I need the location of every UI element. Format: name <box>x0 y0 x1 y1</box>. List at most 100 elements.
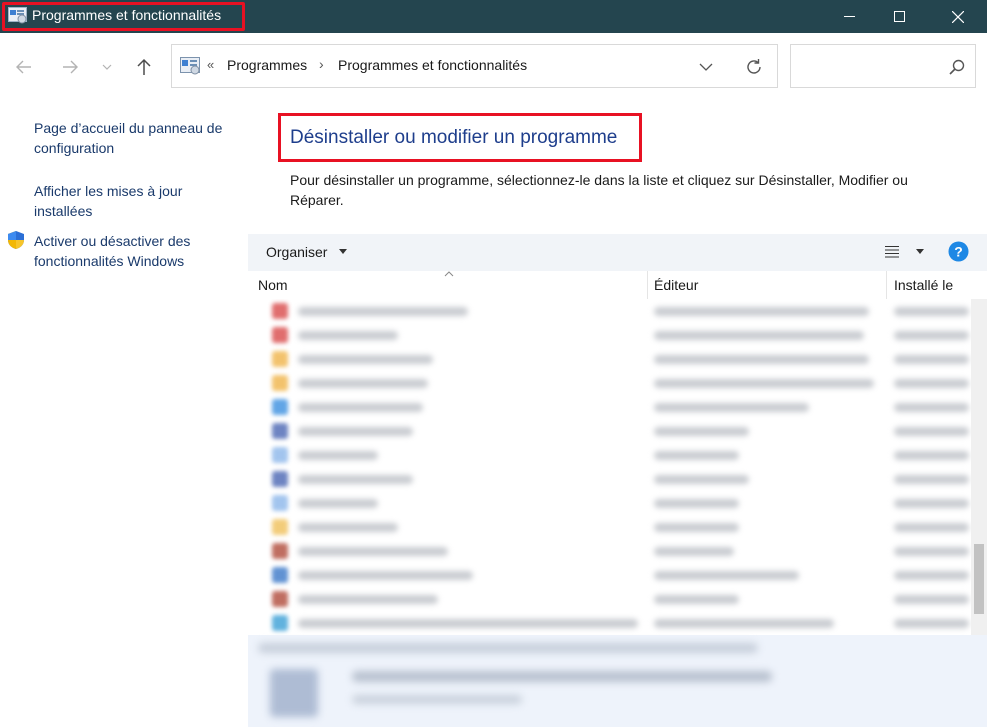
list-item[interactable] <box>248 491 971 515</box>
breadcrumb-separator[interactable]: › <box>319 56 324 72</box>
blurred-name <box>298 307 468 316</box>
column-publisher[interactable]: Éditeur <box>654 277 698 293</box>
caret-down-icon[interactable] <box>916 249 924 255</box>
forward-button[interactable] <box>56 53 84 81</box>
program-icon <box>272 591 288 607</box>
blurred-publisher <box>654 523 739 532</box>
address-bar[interactable]: « Programmes › Programmes et fonctionnal… <box>171 44 778 88</box>
blurred-name <box>298 475 413 484</box>
blurred-date <box>894 451 969 460</box>
program-icon <box>272 399 288 415</box>
blurred-name <box>298 499 378 508</box>
refresh-icon[interactable] <box>744 57 764 77</box>
help-icon[interactable]: ? <box>948 241 969 262</box>
blurred-details-line <box>352 671 772 682</box>
details-view-icon[interactable] <box>884 245 900 259</box>
control-panel-icon <box>8 7 27 24</box>
minimize-button[interactable] <box>826 0 872 33</box>
program-icon <box>272 351 288 367</box>
breadcrumb-overflow[interactable]: « <box>207 57 214 72</box>
blurred-publisher <box>654 475 749 484</box>
windows-features-link[interactable]: Activer ou désactiver des fonctionnalité… <box>34 231 239 271</box>
program-icon <box>272 519 288 535</box>
list-item[interactable] <box>248 611 971 635</box>
program-icon <box>272 447 288 463</box>
blurred-name <box>298 571 473 580</box>
svg-text:?: ? <box>954 244 963 260</box>
chevron-down-icon[interactable] <box>698 59 714 75</box>
blurred-date <box>894 547 969 556</box>
scrollbar-thumb[interactable] <box>974 544 984 614</box>
blurred-name <box>298 595 438 604</box>
list-item[interactable] <box>248 347 971 371</box>
navigation-bar: « Programmes › Programmes et fonctionnal… <box>0 33 987 99</box>
blurred-date <box>894 619 969 628</box>
blurred-publisher <box>654 571 799 580</box>
blurred-date <box>894 403 969 412</box>
vertical-scrollbar[interactable] <box>971 299 987 635</box>
view-installed-updates-link[interactable]: Afficher les mises à jour installées <box>34 181 239 221</box>
column-divider[interactable] <box>647 271 648 299</box>
breadcrumb-programmes[interactable]: Programmes <box>227 57 307 73</box>
blurred-publisher <box>654 547 734 556</box>
control-panel-home-link[interactable]: Page d’accueil du panneau de configurati… <box>34 118 239 158</box>
arrow-left-icon <box>16 60 31 74</box>
recent-locations-button[interactable] <box>94 53 120 81</box>
control-panel-icon <box>180 57 200 75</box>
blurred-date <box>894 427 969 436</box>
program-icon <box>272 567 288 583</box>
blurred-publisher <box>654 379 874 388</box>
command-bar: Organiser ? <box>248 234 987 271</box>
program-icon <box>272 495 288 511</box>
close-button[interactable] <box>935 0 981 33</box>
program-icon <box>272 327 288 343</box>
breadcrumb-programmes-et-fonctionnalites[interactable]: Programmes et fonctionnalités <box>338 57 527 73</box>
list-item[interactable] <box>248 323 971 347</box>
blurred-name <box>298 379 428 388</box>
column-divider[interactable] <box>886 271 887 299</box>
arrow-right-icon <box>63 60 78 74</box>
page-title: Désinstaller ou modifier un programme <box>290 127 618 148</box>
blurred-publisher <box>654 451 739 460</box>
maximize-icon <box>893 11 905 22</box>
blurred-name <box>298 427 413 436</box>
program-list[interactable] <box>248 299 971 635</box>
list-item[interactable] <box>248 443 971 467</box>
program-icon <box>272 543 288 559</box>
up-button[interactable] <box>130 53 158 81</box>
column-installed-on[interactable]: Installé le <box>894 277 953 293</box>
maximize-button[interactable] <box>876 0 922 33</box>
arrow-up-icon <box>137 58 151 75</box>
list-item[interactable] <box>248 299 971 323</box>
list-item[interactable] <box>248 515 971 539</box>
program-icon <box>272 615 288 631</box>
blurred-publisher <box>654 595 739 604</box>
blurred-date <box>894 475 969 484</box>
list-item[interactable] <box>248 563 971 587</box>
program-icon <box>272 375 288 391</box>
list-item[interactable] <box>248 539 971 563</box>
blurred-date <box>894 307 969 316</box>
minimize-icon <box>843 16 855 17</box>
blurred-date <box>894 331 969 340</box>
list-item[interactable] <box>248 419 971 443</box>
blurred-name <box>298 523 398 532</box>
blurred-name <box>298 547 448 556</box>
organise-menu-button[interactable]: Organiser <box>266 244 327 260</box>
blurred-date <box>894 523 969 532</box>
column-header-row: Nom Éditeur Installé le <box>248 271 987 299</box>
sort-ascending-icon <box>444 271 454 277</box>
list-item[interactable] <box>248 587 971 611</box>
caret-down-icon[interactable] <box>339 249 347 255</box>
close-icon <box>952 10 964 23</box>
column-name[interactable]: Nom <box>258 277 288 293</box>
list-item[interactable] <box>248 395 971 419</box>
list-item[interactable] <box>248 371 971 395</box>
blurred-publisher <box>654 499 739 508</box>
back-button[interactable] <box>10 53 38 81</box>
search-input[interactable] <box>790 44 976 88</box>
title-bar: Programmes et fonctionnalités <box>0 0 987 33</box>
blurred-date <box>894 571 969 580</box>
blurred-details-header <box>258 643 758 653</box>
list-item[interactable] <box>248 467 971 491</box>
